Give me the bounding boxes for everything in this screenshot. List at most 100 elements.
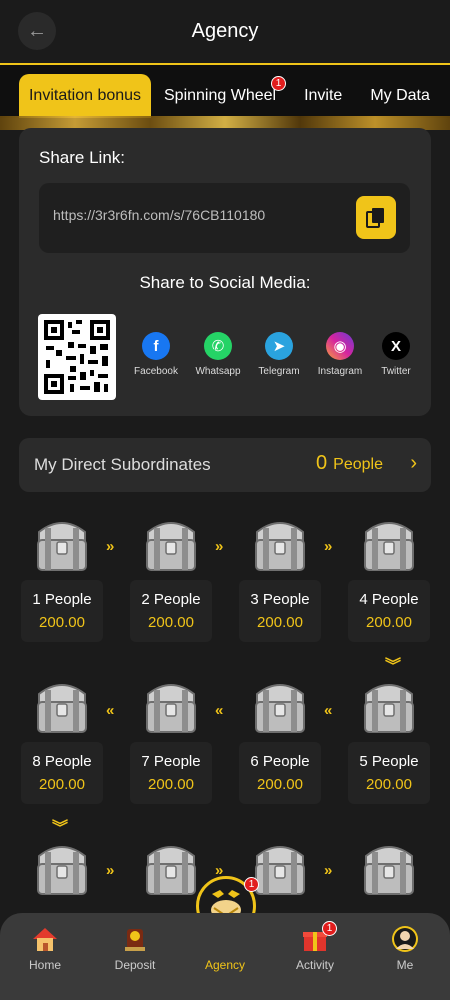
share-telegram[interactable]: ➤ Telegram xyxy=(248,332,310,377)
chevrons-right-icon: » xyxy=(215,538,224,555)
tab-label: My Data xyxy=(370,87,430,104)
chevrons-right-icon: » xyxy=(106,862,115,879)
reward-chest-card[interactable]: 7 People 200.00 xyxy=(128,680,214,804)
treasure-chest-icon xyxy=(251,680,309,736)
reward-amount: 200.00 xyxy=(257,614,303,631)
chevron-right-icon: › xyxy=(410,452,417,474)
tab-label: Invitation bonus xyxy=(28,87,142,104)
treasure-chest-icon xyxy=(33,680,91,736)
deposit-icon xyxy=(125,929,145,951)
copy-button[interactable] xyxy=(356,196,396,239)
nav-deposit[interactable]: Deposit xyxy=(100,925,170,972)
reward-people: 1 People xyxy=(32,591,92,608)
reward-info: 6 People 200.00 xyxy=(239,742,321,804)
copy-icon xyxy=(366,207,384,228)
qr-code-image xyxy=(44,320,110,394)
page-title: Agency xyxy=(191,19,259,42)
reward-amount: 200.00 xyxy=(257,776,303,793)
reward-chest-card[interactable]: 1 People 200.00 xyxy=(19,518,105,642)
reward-amount: 200.00 xyxy=(148,776,194,793)
treasure-chest-icon xyxy=(251,842,309,898)
reward-chest-card[interactable]: 3 People 200.00 xyxy=(237,518,323,642)
reward-people: 7 People xyxy=(141,753,201,770)
subordinates-title: My Direct Subordinates xyxy=(34,455,211,474)
chevrons-left-icon: « xyxy=(215,702,224,719)
reward-amount: 200.00 xyxy=(39,776,85,793)
treasure-chest-icon xyxy=(251,518,309,574)
share-whatsapp[interactable]: ✆ Whatsapp xyxy=(187,332,249,377)
social-title: Share to Social Media: xyxy=(139,273,311,292)
reward-people: 4 People xyxy=(359,591,419,608)
reward-info: 1 People 200.00 xyxy=(21,580,103,642)
social-label: Telegram xyxy=(258,366,300,377)
avatar-icon xyxy=(392,926,418,952)
reward-amount: 200.00 xyxy=(39,614,85,631)
tab-spinning-wheel[interactable]: Spinning Wheel 1 xyxy=(151,74,290,118)
reward-people: 8 People xyxy=(32,753,92,770)
reward-chest-card[interactable]: 2 People 200.00 xyxy=(128,518,214,642)
share-instagram[interactable]: ◉ Instagram xyxy=(309,332,371,377)
facebook-icon: f xyxy=(142,332,170,360)
reward-chest-card[interactable] xyxy=(346,842,432,898)
tab-more[interactable]: Re xyxy=(444,74,450,118)
chevrons-down-icon: ︾ xyxy=(52,820,69,837)
home-icon xyxy=(33,928,57,951)
share-facebook[interactable]: f Facebook xyxy=(125,332,187,377)
share-card: Share Link: https://3r3r6fn.com/s/76CB11… xyxy=(19,128,431,416)
reward-amount: 200.00 xyxy=(148,614,194,631)
qr-code xyxy=(38,314,116,400)
nav-label: Home xyxy=(28,958,61,972)
direct-subordinates-row[interactable]: My Direct Subordinates 0 People › xyxy=(19,438,431,492)
nav-agency[interactable]: Agency xyxy=(190,953,260,972)
social-label: Facebook xyxy=(134,366,178,377)
back-button[interactable]: ← xyxy=(18,12,56,50)
treasure-chest-icon xyxy=(360,518,418,574)
reward-people: 2 People xyxy=(141,591,201,608)
telegram-icon: ➤ xyxy=(265,332,293,360)
reward-chest-card[interactable]: 5 People 200.00 xyxy=(346,680,432,804)
reward-chest-card[interactable]: 6 People 200.00 xyxy=(237,680,323,804)
reward-info: 8 People 200.00 xyxy=(21,742,103,804)
share-link-text: https://3r3r6fn.com/s/76CB110180 xyxy=(53,207,266,223)
nav-label: Deposit xyxy=(114,958,156,972)
reward-info: 7 People 200.00 xyxy=(130,742,212,804)
tab-bar: Invitation bonus Spinning Wheel 1 Invite… xyxy=(0,63,450,118)
reward-info: 2 People 200.00 xyxy=(130,580,212,642)
nav-label: Agency xyxy=(204,958,246,972)
tab-label: Spinning Wheel xyxy=(164,87,277,104)
social-label: Whatsapp xyxy=(195,366,241,377)
reward-info: 5 People 200.00 xyxy=(348,742,430,804)
chevrons-right-icon: » xyxy=(106,538,115,555)
social-label: Twitter xyxy=(381,366,411,377)
nav-activity[interactable]: 1 Activity xyxy=(280,921,350,972)
treasure-chest-icon xyxy=(142,842,200,898)
reward-people: 3 People xyxy=(250,591,310,608)
bottom-nav: Home Deposit Agency 1 Activity Me xyxy=(0,913,450,1000)
nav-me[interactable]: Me xyxy=(370,925,440,972)
reward-info: 3 People 200.00 xyxy=(239,580,321,642)
x-icon: X xyxy=(382,332,410,360)
share-twitter[interactable]: X Twitter xyxy=(365,332,427,377)
reward-chest-card[interactable] xyxy=(19,842,105,898)
nav-home[interactable]: Home xyxy=(10,925,80,972)
treasure-chest-icon xyxy=(142,518,200,574)
instagram-icon: ◉ xyxy=(326,332,354,360)
nav-label: Activity xyxy=(295,958,334,972)
reward-chest-card[interactable]: 4 People 200.00 xyxy=(346,518,432,642)
tab-my-data[interactable]: My Data xyxy=(356,74,444,118)
reward-people: 6 People xyxy=(250,753,310,770)
share-link-label: Share Link: xyxy=(39,148,125,167)
reward-chest-card[interactable]: 8 People 200.00 xyxy=(19,680,105,804)
arrow-left-icon: ← xyxy=(27,19,47,42)
treasure-chest-icon xyxy=(142,680,200,736)
chevrons-left-icon: « xyxy=(324,702,333,719)
reward-people: 5 People xyxy=(359,753,419,770)
treasure-chest-icon xyxy=(33,842,91,898)
tab-invite[interactable]: Invite xyxy=(290,74,356,118)
tab-label: Invite xyxy=(304,87,343,104)
notification-badge: 1 xyxy=(244,877,259,892)
reward-amount: 200.00 xyxy=(366,614,412,631)
treasure-chest-icon xyxy=(360,842,418,898)
tab-invitation-bonus[interactable]: Invitation bonus xyxy=(19,74,151,118)
header: ← Agency xyxy=(0,0,450,62)
